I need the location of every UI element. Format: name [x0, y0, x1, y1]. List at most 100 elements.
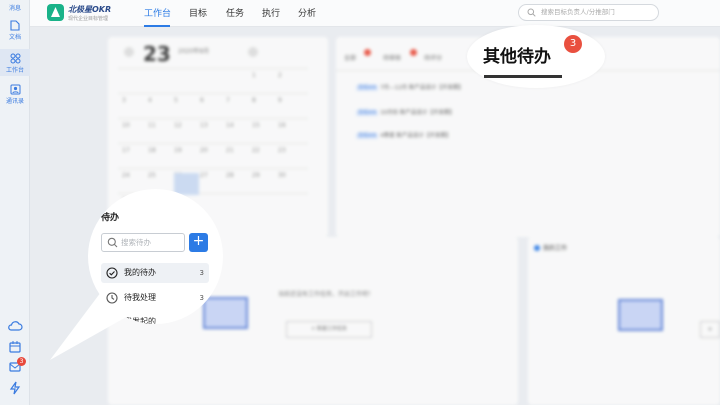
calendar-day[interactable]: 4	[148, 97, 152, 104]
illustration	[618, 299, 663, 331]
search-icon	[527, 8, 536, 17]
calendar-day[interactable]: 19	[174, 147, 182, 154]
sidebar: 消息 文档 工作台 通讯录 3	[0, 0, 30, 405]
todo-search-input[interactable]: 搜索待办	[101, 233, 185, 252]
calendar-day[interactable]: 10	[122, 122, 130, 129]
todo-item-label: 待我处理	[124, 293, 156, 302]
calendar-day[interactable]: 13	[200, 122, 208, 129]
sidebar-item-label: 工作台	[5, 67, 24, 74]
calendar-day[interactable]: 5	[174, 97, 178, 104]
right-bottom-card: 我的工作 +	[528, 237, 720, 405]
tab-review[interactable]: 待审核	[383, 53, 401, 62]
calendar-day[interactable]: 9	[278, 97, 282, 104]
calendar-month-label: 2020年8月	[178, 48, 210, 55]
logo-title: 北极星OKR	[68, 5, 112, 14]
task-row[interactable]: 目标KR 7月—12月 新产品设计【开发期】	[356, 83, 464, 91]
sidebar-item-label: 文档	[8, 34, 21, 41]
sidebar-item-messages[interactable]: 消息	[0, 0, 30, 14]
calendar-day[interactable]: 12	[174, 122, 182, 129]
search-placeholder: 搜索待办	[121, 238, 151, 247]
calendar-day[interactable]: 23	[278, 147, 286, 154]
calendar-day[interactable]: 25	[148, 172, 156, 179]
nav-goals[interactable]: 目标	[189, 6, 207, 19]
nav-execution[interactable]: 执行	[262, 6, 280, 19]
nav-workbench[interactable]: 工作台	[144, 6, 171, 19]
calendar-day[interactable]: 30	[278, 172, 286, 179]
global-search-input[interactable]: 搜索目标负责人/分推部门	[518, 4, 659, 21]
sidebar-item-label: 消息	[8, 5, 21, 12]
calendar-day[interactable]: 8	[252, 97, 256, 104]
task-row[interactable]: 目标KR 4季度 新产品设计【开发期】	[356, 131, 451, 139]
sidebar-item-label: 通讯录	[5, 98, 24, 105]
calendar-day[interactable]: 22	[252, 147, 260, 154]
clock-icon	[106, 292, 118, 304]
tab-all[interactable]: 全部	[344, 53, 356, 62]
calendar-big-day: 23	[143, 42, 171, 66]
calendar-row-line	[118, 168, 308, 169]
sidebar-item-documents[interactable]: 文档	[0, 20, 30, 44]
todo-title: 待办	[101, 213, 120, 223]
sidebar-item-workbench[interactable]: 工作台	[0, 49, 30, 76]
todo-item-mine[interactable]: 我的待办 3	[101, 263, 209, 283]
calendar-day[interactable]: 3	[122, 97, 126, 104]
task-row[interactable]: 目标KR 10月份 新产品设计【开发期】	[356, 108, 455, 116]
calendar-row-line	[118, 93, 308, 94]
calendar-day[interactable]: 15	[252, 122, 260, 129]
calendar-day[interactable]: 1	[252, 72, 256, 79]
calendar-day[interactable]: 21	[226, 147, 234, 154]
calendar-day[interactable]: 20	[200, 147, 208, 154]
tab-badge	[364, 49, 371, 56]
card-hint: 当前还没有工作任务，开启工作吧！	[278, 291, 375, 298]
top-bar: 北极星OKR 现代企业目标管理 工作台 目标 任务 执行 分析 搜索目标负责人/…	[30, 0, 720, 27]
calendar-day[interactable]: 28	[226, 172, 234, 179]
tab-score[interactable]: 待评分	[424, 53, 442, 62]
todo-item-count: 3	[199, 294, 204, 302]
calendar-day[interactable]: 17	[122, 147, 130, 154]
check-circle-icon	[106, 267, 118, 279]
search-icon	[107, 237, 118, 248]
calendar-day[interactable]: 27	[200, 172, 208, 179]
search-placeholder: 搜索目标负责人/分推部门	[541, 8, 615, 16]
todo-item-pending[interactable]: 待我处理 3	[101, 288, 209, 308]
other-todo-title[interactable]: 其他待办	[483, 42, 551, 67]
mail-badge: 3	[17, 357, 26, 366]
card-dot-icon	[534, 245, 540, 251]
add-button[interactable]: +	[700, 321, 720, 338]
add-todo-button[interactable]: +	[189, 233, 208, 252]
document-icon	[10, 20, 20, 31]
calendar-day[interactable]: 24	[122, 172, 130, 179]
calendar-row-line	[118, 118, 308, 119]
todo-item-count: 3	[199, 269, 204, 277]
next-month-icon[interactable]	[248, 47, 258, 57]
calendar-selected-day	[174, 173, 199, 195]
card-title: 我的工作	[543, 245, 568, 252]
logo-subtitle: 现代企业目标管理	[68, 16, 109, 22]
calendar-day[interactable]: 2	[278, 72, 282, 79]
calendar-day[interactable]: 6	[200, 97, 204, 104]
prev-month-icon[interactable]	[124, 47, 134, 57]
new-work-button[interactable]: + 新建工作任务	[286, 321, 372, 338]
send-icon	[106, 316, 118, 324]
nav-analysis[interactable]: 分析	[298, 6, 316, 19]
logo-icon	[47, 4, 64, 21]
calendar-day[interactable]: 14	[226, 122, 234, 129]
calendar-day[interactable]: 16	[278, 122, 286, 129]
illustration	[203, 297, 248, 329]
todo-item-initiated[interactable]: 我发起的	[101, 312, 209, 324]
zoom-callout-todo: 待办 搜索待办 + 我的待办 3 待我处理 3 我发起的	[88, 189, 223, 324]
sidebar-item-contacts[interactable]: 通讯录	[0, 84, 30, 108]
calendar-row-line	[118, 143, 308, 144]
calendar-icon[interactable]	[7, 339, 23, 355]
tab-badge	[410, 49, 417, 56]
calendar-row-line	[118, 68, 308, 69]
calendar-day[interactable]: 7	[226, 97, 230, 104]
cloud-icon[interactable]	[7, 318, 23, 334]
calendar-day[interactable]: 29	[252, 172, 260, 179]
calendar-day[interactable]: 11	[148, 122, 156, 129]
lightning-icon[interactable]	[7, 380, 23, 396]
other-todo-badge: 3	[564, 35, 582, 53]
active-tab-underline	[484, 75, 562, 78]
nav-tasks[interactable]: 任务	[226, 6, 244, 19]
contacts-icon	[10, 84, 20, 95]
calendar-day[interactable]: 18	[148, 147, 156, 154]
